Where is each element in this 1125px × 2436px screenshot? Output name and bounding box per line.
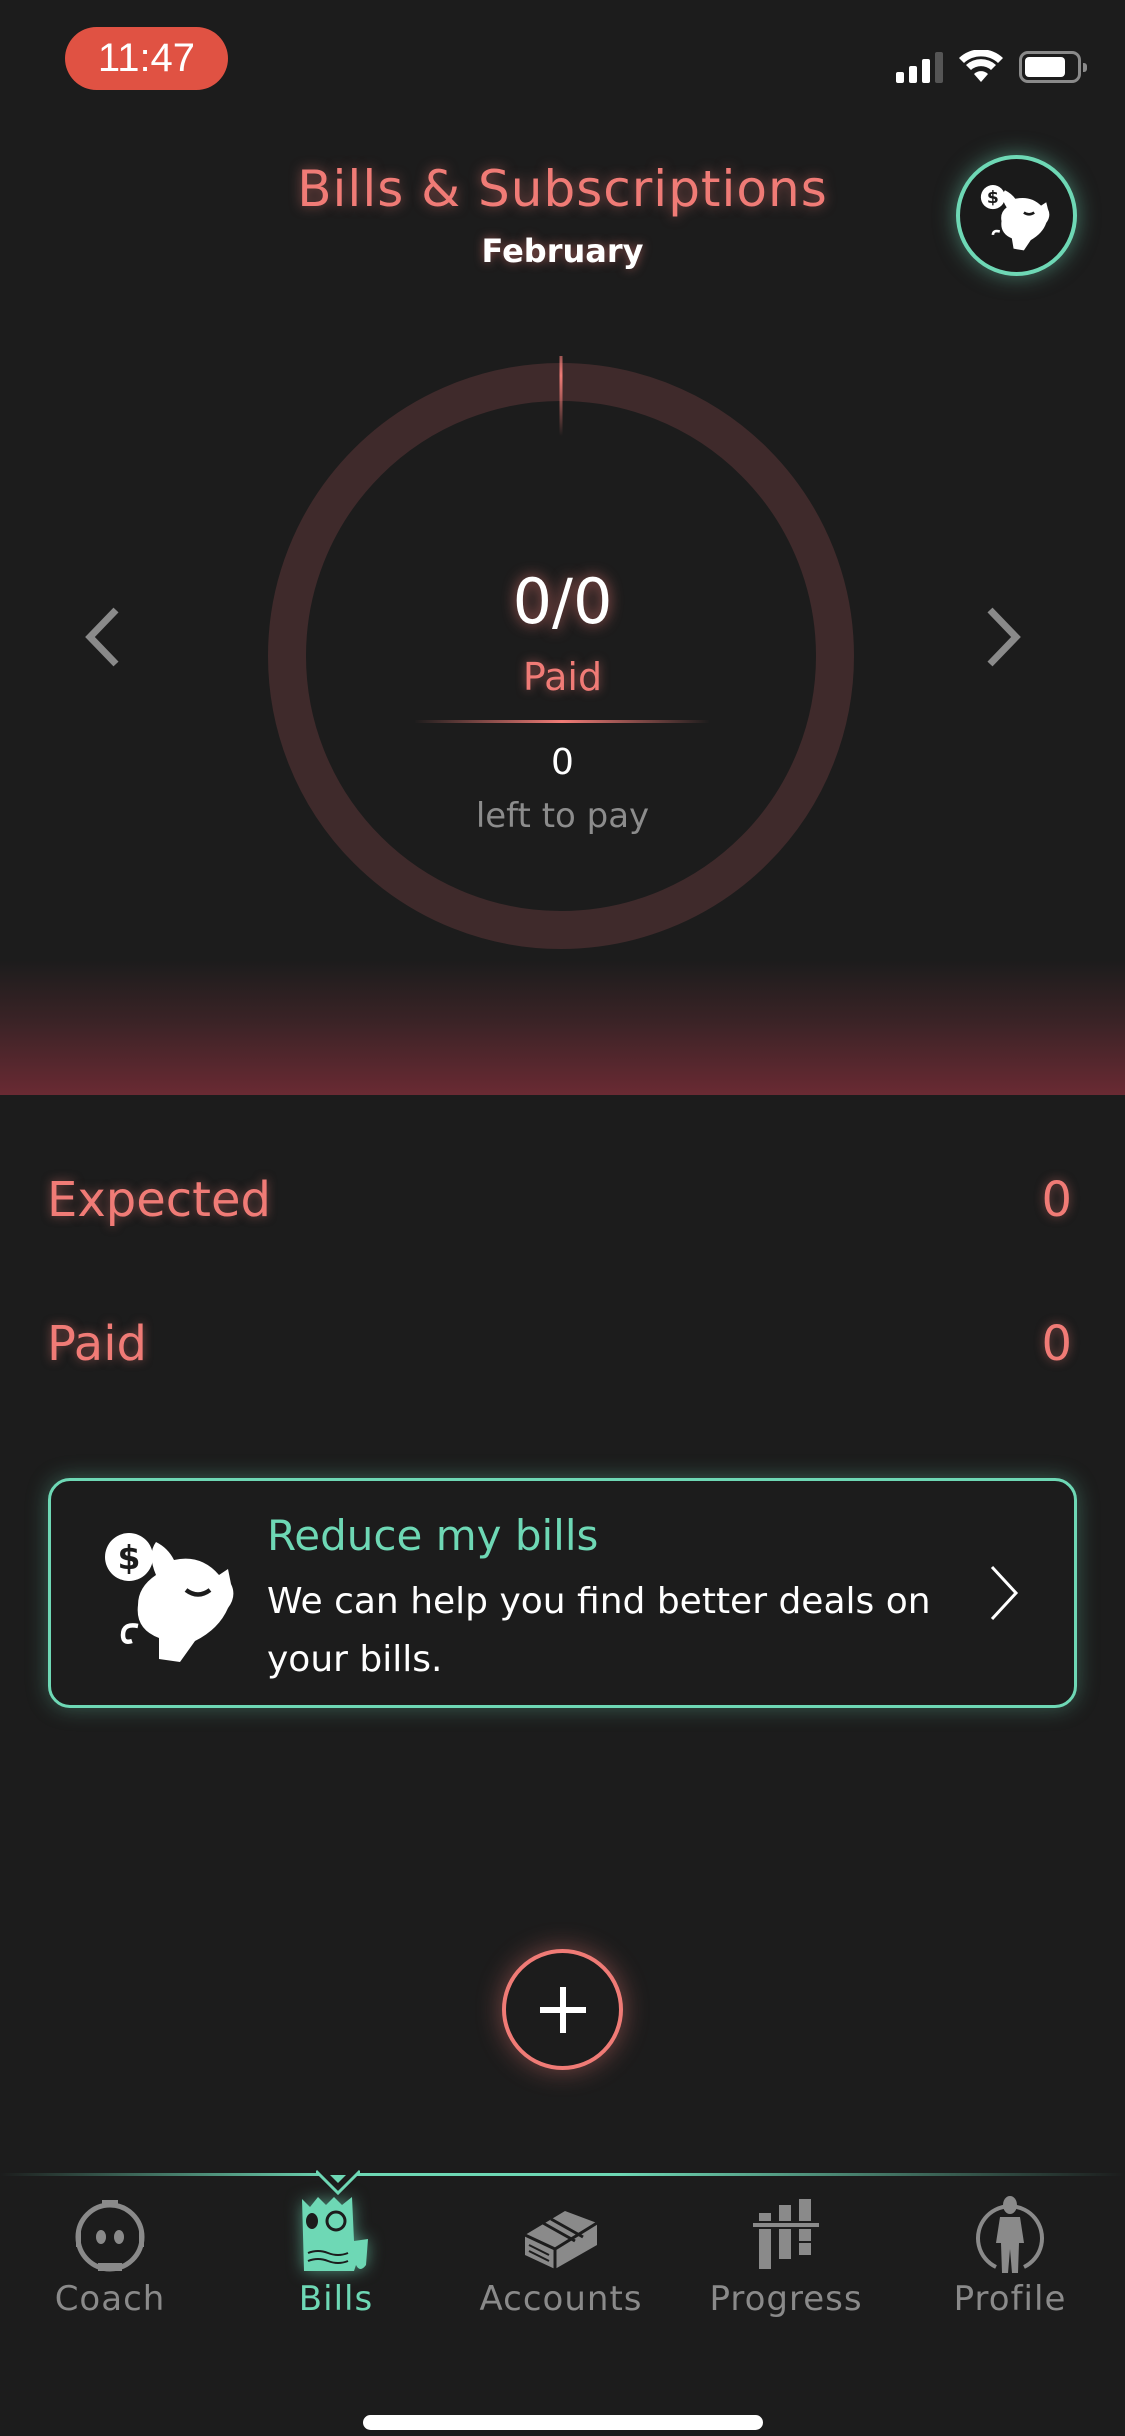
status-time: 11:47 [65,27,228,90]
person-icon [976,2196,1044,2273]
piggy-bank-icon: $ [980,184,1049,250]
card-title: Reduce my bills [267,1511,599,1560]
home-indicator[interactable] [363,2415,763,2430]
paid-label: Paid [47,1316,148,1372]
tab-label: Coach [54,2279,166,2319]
piggy-bank-icon: $ [105,1533,234,1662]
expected-label: Expected [47,1172,271,1228]
svg-text:$: $ [986,188,998,208]
tab-coach[interactable]: Coach [10,2195,210,2325]
paid-value: 0 [1041,1316,1072,1372]
svg-text:$: $ [118,1538,141,1577]
wifi-icon [959,50,1003,82]
tab-label: Progress [709,2279,863,2319]
tab-progress[interactable]: Progress [686,2195,886,2325]
tab-label: Accounts [479,2279,643,2319]
ring-start-marker [559,356,563,436]
gradient-band [0,960,1125,1095]
time-text: 11:47 [97,36,196,80]
tab-profile[interactable]: Profile [910,2195,1110,2325]
tab-label: Bills [298,2279,374,2319]
paid-count: 0/0 [512,565,613,638]
plus-icon [539,1986,586,2033]
month-label: February [481,232,644,270]
left-to-pay-value: 0 [551,742,574,783]
receipt-icon [302,2197,368,2271]
bar-chart-icon [753,2199,819,2269]
active-tab-indicator [316,2169,360,2195]
tab-accounts[interactable]: Accounts [461,2195,661,2325]
expected-value: 0 [1041,1172,1072,1228]
paid-count-label: Paid [522,655,603,699]
money-stack-icon [524,2211,598,2269]
tab-bills[interactable]: Bills [236,2195,436,2325]
battery-icon [1019,51,1087,83]
reduce-bills-card[interactable]: $ Reduce my bills We can help you find b… [48,1478,1077,1708]
tab-bar-divider [0,2173,1125,2176]
add-bill-button[interactable] [502,1949,623,2070]
status-icons [896,50,1087,84]
left-to-pay-label: left to pay [475,796,650,836]
expected-row: Expected 0 [47,1172,1072,1228]
robot-head-icon [75,2200,145,2272]
card-description: We can help you find better deals on you… [267,1581,931,1680]
savings-avatar-button[interactable]: $ [956,155,1077,276]
signal-icon [896,51,943,83]
paid-row: Paid 0 [47,1316,1072,1372]
tab-label: Profile [953,2279,1067,2319]
ring-divider [414,720,710,723]
chevron-right-icon [990,1565,1019,1621]
